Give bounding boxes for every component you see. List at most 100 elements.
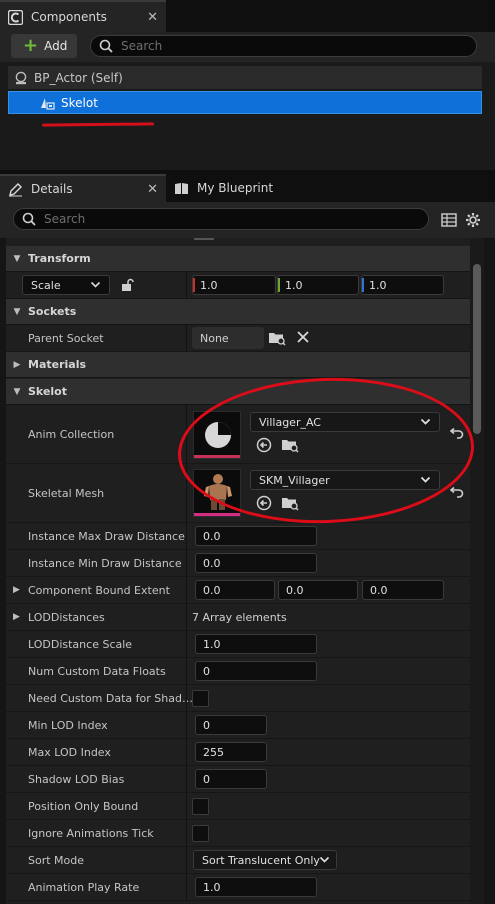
property-label: Min LOD Index [28,718,108,732]
skeletal-mesh-value: SKM_Villager [259,473,330,487]
section-materials-label: Materials [28,358,87,371]
parent-socket-text: None [200,331,229,345]
tab-details-label: Details [31,182,73,196]
scale-y-field[interactable]: 1.0 [277,275,359,295]
tab-components[interactable]: Components ✕ [0,0,166,32]
row-divider [186,523,187,549]
property-row: Max LOD Index 255 [6,739,470,766]
collapse-arrow-icon: ▼ [13,386,21,397]
position-only-bound-checkbox[interactable] [192,798,209,815]
row-divider [186,766,187,792]
property-label: Component Bound Extent [28,583,170,597]
asset-type-bar [194,455,240,458]
table-view-icon[interactable] [441,212,457,228]
row-divider [186,272,187,298]
pie-asset-icon [205,422,231,448]
property-value: 0.0 [203,529,221,543]
property-row: Position Only Bound [6,793,470,820]
use-selected-arrow-icon[interactable] [256,495,272,511]
clear-x-icon[interactable] [296,330,310,344]
components-tabbar: Components ✕ [0,0,495,32]
components-search-input[interactable]: Search [90,35,477,57]
instance-min-draw-distance-field[interactable]: 0.0 [195,553,317,573]
collapse-arrow-icon: ▼ [13,253,21,264]
num-custom-data-floats-field[interactable]: 0 [195,661,317,681]
add-button-label: Add [44,39,68,53]
shadow-lod-bias-field[interactable]: 0 [195,769,267,789]
tab-my-blueprint[interactable]: My Blueprint [166,174,326,202]
bound-extent-z-field[interactable]: 0.0 [362,580,444,600]
gear-icon[interactable] [465,212,481,228]
property-label: Ignore Animations Tick [28,826,154,840]
row-divider [186,685,187,711]
use-selected-arrow-icon[interactable] [256,437,272,453]
property-label: Need Custom Data for Shad… [28,691,193,705]
browse-folder-icon[interactable] [281,495,299,511]
property-row: Sort Mode Sort Translucent Only [6,847,470,874]
chevron-down-icon [90,281,101,288]
property-row: ▶ LODDistances 7 Array elements [6,604,470,631]
row-divider [186,658,187,684]
tree-item-skelot[interactable]: Skelot [8,91,482,114]
skeletal-mesh-dropdown[interactable]: SKM_Villager [250,470,440,490]
animation-play-rate-field[interactable]: 1.0 [195,877,317,897]
tree-item-root[interactable]: BP_Actor (Self) [8,66,482,89]
details-search-input[interactable]: Search [13,208,429,230]
property-value: 0 [203,772,210,786]
anim-collection-value: Villager_AC [259,415,321,429]
lock-open-icon[interactable] [120,278,134,292]
browse-folder-icon[interactable] [281,437,299,453]
sort-mode-value: Sort Translucent Only [202,853,320,867]
property-value: 1.0 [203,637,221,651]
browse-folder-icon[interactable] [268,330,286,346]
parent-socket-label: Parent Socket [28,331,104,345]
section-materials[interactable]: ▶ Materials [6,352,470,378]
lod-distance-scale-field[interactable]: 1.0 [195,634,317,654]
property-row: Shadow LOD Bias 0 [6,766,470,793]
reset-to-default-icon[interactable] [448,427,464,441]
scale-x-field[interactable]: 1.0 [192,275,276,295]
need-custom-data-shadow-checkbox[interactable] [192,690,209,707]
row-divider [186,874,187,900]
section-skelot[interactable]: ▼ Skelot [6,379,470,405]
min-lod-index-field[interactable]: 0 [195,715,267,735]
instance-max-draw-distance-field[interactable]: 0.0 [195,526,317,546]
search-icon [99,39,113,53]
skeletal-mesh-thumbnail[interactable] [193,469,241,517]
bound-extent-z-value: 0.0 [370,583,388,597]
max-lod-index-field[interactable]: 255 [195,742,267,762]
tab-details[interactable]: Details ✕ [0,174,166,202]
property-row: Num Custom Data Floats 0 [6,658,470,685]
ignore-animations-tick-checkbox[interactable] [192,825,209,842]
bound-extent-y-field[interactable]: 0.0 [278,580,358,600]
expand-arrow-icon[interactable]: ▶ [13,604,20,630]
transform-scale-row: Scale 1.0 1.0 1.0 [6,272,470,299]
expand-arrow-icon[interactable]: ▶ [13,577,20,603]
anim-collection-dropdown[interactable]: Villager_AC [250,412,440,432]
section-transform[interactable]: ▼ Transform [6,246,470,272]
parent-socket-value[interactable]: None [192,327,264,349]
details-scrollbar-thumb[interactable] [473,264,481,434]
anim-collection-thumbnail[interactable] [193,411,241,459]
tree-root-label: BP_Actor (Self) [34,70,123,85]
row-divider [186,739,187,765]
search-icon [22,212,36,226]
sort-mode-dropdown[interactable]: Sort Translucent Only [193,850,337,870]
section-sockets[interactable]: ▼ Sockets [6,299,470,325]
asset-type-bar [194,513,240,516]
anim-collection-label: Anim Collection [28,427,115,441]
skeletal-mesh-label: Skeletal Mesh [28,486,105,500]
villager-character-icon [204,474,232,510]
scale-y-value: 1.0 [285,278,303,292]
close-icon[interactable]: ✕ [147,182,158,197]
bound-extent-x-field[interactable]: 0.0 [195,580,275,600]
add-component-button[interactable]: + Add [11,34,77,58]
property-value: 0 [203,664,210,678]
property-row: ▶ Component Bound Extent 0.0 0.0 0.0 [6,577,470,604]
close-icon[interactable]: ✕ [147,10,158,25]
reset-to-default-icon[interactable] [448,486,464,500]
transform-mode-dropdown[interactable]: Scale [22,275,110,295]
scale-z-field[interactable]: 1.0 [361,275,444,295]
chevron-down-icon [319,856,330,863]
property-label: Animation Play Rate [28,880,140,894]
